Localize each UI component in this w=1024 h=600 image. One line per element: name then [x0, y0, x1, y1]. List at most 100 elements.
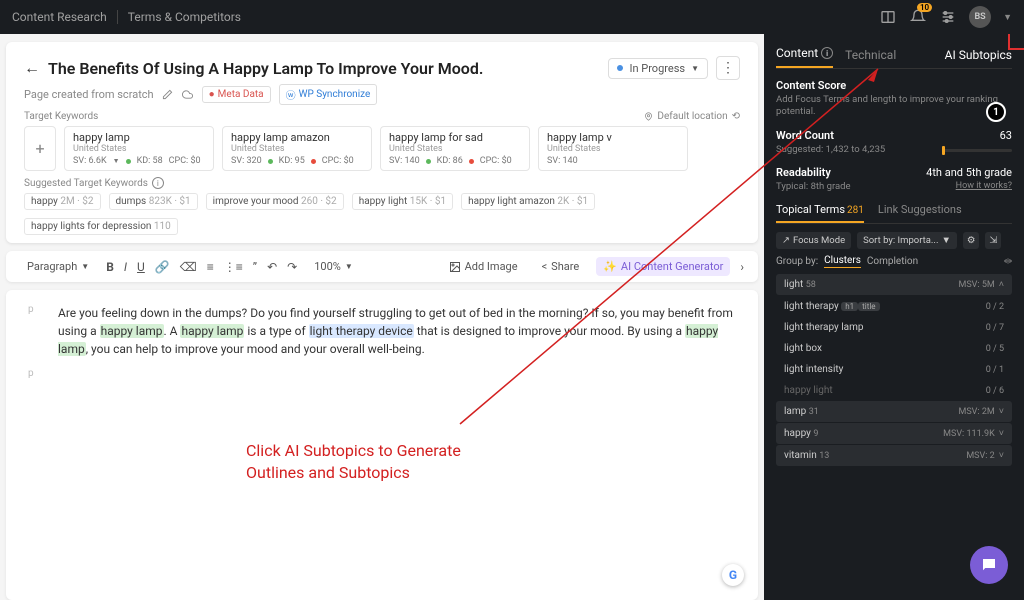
share-button[interactable]: <Share: [535, 257, 587, 276]
back-arrow-icon[interactable]: ←: [24, 58, 40, 78]
meta-data-button[interactable]: ●Meta Data: [202, 86, 271, 103]
cloud-icon[interactable]: [181, 89, 194, 100]
group-completion[interactable]: Completion: [867, 256, 918, 267]
location-icon: [644, 112, 653, 121]
google-icon[interactable]: G: [722, 564, 744, 586]
tab-topical-terms[interactable]: Topical Terms281: [776, 203, 864, 223]
term-item[interactable]: light intensity 0 / 1: [776, 359, 1012, 380]
status-dot-icon: [617, 65, 623, 71]
word-count-value: 63: [1000, 129, 1012, 142]
editor-toolbar: Paragraph ▼ B I U 🔗 ⌫ ≡ ⋮≡ ” ↶ ↷ 100% ▼ …: [6, 251, 758, 282]
terms-list: light 58MSV: 5M ˄light therapy h1title0 …: [776, 274, 1012, 466]
tab-content[interactable]: Contenti: [776, 46, 833, 68]
keyword-card[interactable]: happy lamp v United States SV: 140: [538, 126, 688, 171]
paragraph-text[interactable]: Are you feeling down in the dumps? Do yo…: [58, 304, 736, 358]
term-cluster-header[interactable]: light 58MSV: 5M ˄: [776, 274, 1012, 295]
word-count-bar: [942, 149, 1012, 152]
collapse-all-icon[interactable]: ︽︾: [1004, 256, 1012, 267]
breadcrumb-a[interactable]: Content Research: [12, 10, 107, 24]
tab-technical[interactable]: Technical: [845, 48, 896, 68]
keyword-card[interactable]: happy lamp amazon United States SV: 320K…: [222, 126, 372, 171]
quote-icon[interactable]: ”: [253, 260, 257, 274]
link-icon[interactable]: 🔗: [155, 260, 170, 274]
term-item[interactable]: light therapy lamp 0 / 7: [776, 317, 1012, 338]
keyword-cards: + happy lamp United States SV: 6.6K▼KD: …: [24, 126, 740, 171]
divider: [117, 10, 118, 24]
info-icon[interactable]: i: [152, 177, 164, 189]
paragraph-tag: p: [28, 304, 40, 358]
term-cluster-header[interactable]: lamp 31MSV: 2M ˅: [776, 401, 1012, 422]
readability-value: 4th and 5th grade: [926, 166, 1012, 179]
step-badge: 1: [986, 102, 1006, 122]
bell-badge: 10: [917, 3, 932, 12]
info-icon: i: [821, 47, 833, 59]
more-button[interactable]: ⋮: [716, 56, 740, 80]
focus-mode-button[interactable]: ↗ Focus Mode: [776, 232, 851, 249]
term-item[interactable]: light box 0 / 5: [776, 338, 1012, 359]
group-by-label: Group by:: [776, 256, 818, 267]
chat-fab[interactable]: [970, 546, 1008, 584]
export-icon[interactable]: ⇲: [985, 232, 1001, 249]
chevron-down-icon: ▼: [691, 64, 699, 73]
suggested-pill[interactable]: happy 2M · $2: [24, 193, 101, 210]
top-bar: Content Research Terms & Competitors 10 …: [0, 0, 1024, 34]
library-icon[interactable]: [879, 8, 897, 26]
edit-icon[interactable]: [162, 89, 173, 100]
word-count-sub: Suggested: 1,432 to 4,235: [776, 144, 885, 156]
status-pill[interactable]: In Progress▼: [608, 58, 708, 79]
suggested-pill[interactable]: happy light 15K · $1: [352, 193, 453, 210]
redo-icon[interactable]: ↷: [287, 260, 297, 274]
wp-sync-button[interactable]: ⓦWP Synchronize: [279, 84, 378, 105]
how-it-works-link[interactable]: How it works?: [956, 181, 1012, 191]
bell-icon[interactable]: 10: [909, 8, 927, 26]
content-area[interactable]: p Are you feeling down in the dumps? Do …: [6, 290, 758, 600]
breadcrumb-b[interactable]: Terms & Competitors: [128, 10, 241, 24]
undo-icon[interactable]: ↶: [267, 260, 277, 274]
suggested-pill[interactable]: happy lights for depression 110: [24, 218, 178, 235]
group-clusters[interactable]: Clusters: [824, 255, 861, 268]
keyword-card[interactable]: happy lamp for sad United States SV: 140…: [380, 126, 530, 171]
subtitle: Page created from scratch: [24, 88, 154, 101]
annotation-text: Click AI Subtopics to Generate Outlines …: [246, 440, 461, 485]
tab-link-suggestions[interactable]: Link Suggestions: [878, 203, 962, 223]
italic-icon[interactable]: I: [124, 260, 127, 274]
side-panel: 1 Contenti Technical AI Subtopics Conten…: [764, 34, 1024, 600]
term-item[interactable]: light therapy h1title0 / 2: [776, 296, 1012, 317]
next-icon[interactable]: ›: [740, 260, 744, 274]
add-image-button[interactable]: Add Image: [442, 257, 525, 276]
location-selector[interactable]: Default location ⟲: [644, 111, 740, 122]
avatar[interactable]: BS: [969, 6, 991, 28]
paragraph-dropdown[interactable]: Paragraph ▼: [20, 257, 96, 276]
bold-icon[interactable]: B: [106, 260, 114, 274]
suggested-keywords-label: Suggested Target Keywords: [24, 178, 148, 189]
refresh-icon[interactable]: ⟲: [732, 111, 740, 122]
settings-icon[interactable]: [939, 8, 957, 26]
paragraph-tag: p: [28, 368, 40, 379]
suggested-pill[interactable]: improve your mood 260 · $2: [206, 193, 344, 210]
avatar-caret-icon[interactable]: ▼: [1003, 12, 1012, 23]
suggested-pill[interactable]: dumps 823K · $1: [109, 193, 198, 210]
suggested-keywords-row: happy 2M · $2 dumps 823K · $1 improve yo…: [24, 193, 740, 235]
readability-sub: Typical: 8th grade: [776, 181, 851, 193]
underline-icon[interactable]: U: [137, 260, 145, 274]
sort-by-dropdown[interactable]: Sort by: Importa... ▼: [857, 232, 957, 249]
ai-content-generator-button[interactable]: ✨ AI Content Generator: [596, 257, 730, 276]
term-item[interactable]: happy light 0 / 6: [776, 380, 1012, 401]
clear-icon[interactable]: ⌫: [180, 260, 197, 274]
term-cluster-header[interactable]: vitamin 13MSV: 2 ˅: [776, 445, 1012, 466]
word-count-label: Word Count: [776, 129, 834, 142]
gear-icon[interactable]: ⚙: [963, 232, 980, 249]
readability-label: Readability: [776, 166, 831, 179]
keyword-card[interactable]: happy lamp United States SV: 6.6K▼KD: 58…: [64, 126, 214, 171]
zoom-dropdown[interactable]: 100% ▼: [307, 257, 360, 276]
ul-icon[interactable]: ⋮≡: [224, 260, 243, 274]
ol-icon[interactable]: ≡: [207, 260, 214, 274]
add-keyword-button[interactable]: +: [24, 126, 56, 171]
content-score-sub: Add Focus Terms and length to improve yo…: [776, 94, 1012, 119]
tab-ai-subtopics[interactable]: AI Subtopics: [945, 48, 1012, 68]
breadcrumb: Content Research Terms & Competitors: [12, 10, 241, 24]
target-keywords-label: Target Keywords: [24, 111, 98, 122]
suggested-pill[interactable]: happy light amazon 2K · $1: [461, 193, 595, 210]
editor-pane: ← The Benefits Of Using A Happy Lamp To …: [0, 34, 764, 600]
term-cluster-header[interactable]: happy 9MSV: 111.9K ˅: [776, 423, 1012, 444]
